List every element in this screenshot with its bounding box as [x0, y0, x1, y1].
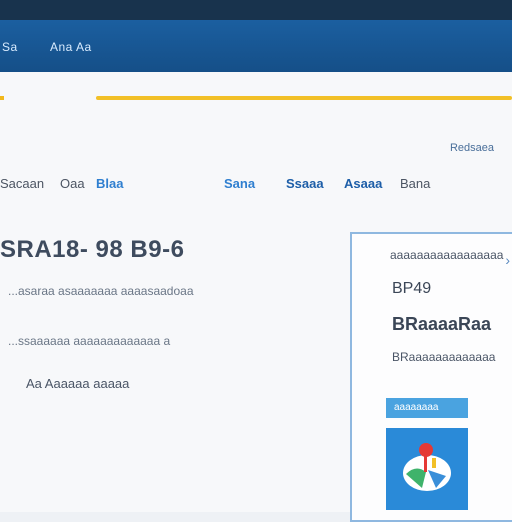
accent-marker: [0, 96, 4, 100]
info-panel: aaaaaaaaaaaaaaaaa BP49 BRaaaaRaa BRaaaaa…: [350, 232, 512, 522]
panel-value: BP49: [392, 280, 432, 297]
filter-4[interactable]: Sana: [224, 176, 255, 191]
panel-label: BRaaaaRaa: [392, 314, 492, 334]
main-nav: Sa Ana Aa: [0, 20, 512, 72]
title-bar: [0, 0, 512, 20]
accent-divider: [96, 96, 512, 100]
filter-3[interactable]: Blaa: [96, 176, 123, 191]
panel-button[interactable]: aaaaaaaa: [386, 398, 468, 418]
map-pin-app-icon[interactable]: [386, 428, 468, 510]
meta-text: Aa Aaaaaa aaaaa: [26, 376, 130, 391]
header-link[interactable]: Redsaea: [450, 142, 494, 154]
panel-title: aaaaaaaaaaaaaaaaa: [390, 248, 504, 262]
filter-1[interactable]: Sacaan: [0, 176, 44, 191]
nav-item-menu[interactable]: Ana Aa: [50, 40, 92, 54]
filter-6[interactable]: Asaaa: [344, 176, 382, 191]
description-line-2: ...ssaaaaaa aaaaaaaaaaaaa a: [8, 334, 171, 348]
filter-7[interactable]: Bana: [400, 176, 430, 191]
nav-item-home[interactable]: Sa: [2, 40, 18, 54]
page-content: Redsaea Sacaan Oaa Blaa Sana Ssaaa Asaaa…: [0, 72, 512, 522]
panel-note: BRaaaaaaaaaaaaa: [392, 350, 496, 364]
filter-2[interactable]: Oaa: [60, 176, 85, 191]
app-icon-graphic: [396, 438, 458, 500]
filter-5[interactable]: Ssaaa: [286, 176, 324, 191]
page-title: SRA18- 98 B9-6: [0, 236, 185, 263]
description-line-1: ...asaraa asaaaaaaa aaaasaadoaa: [8, 284, 194, 298]
chevron-right-icon[interactable]: ›: [505, 252, 510, 268]
